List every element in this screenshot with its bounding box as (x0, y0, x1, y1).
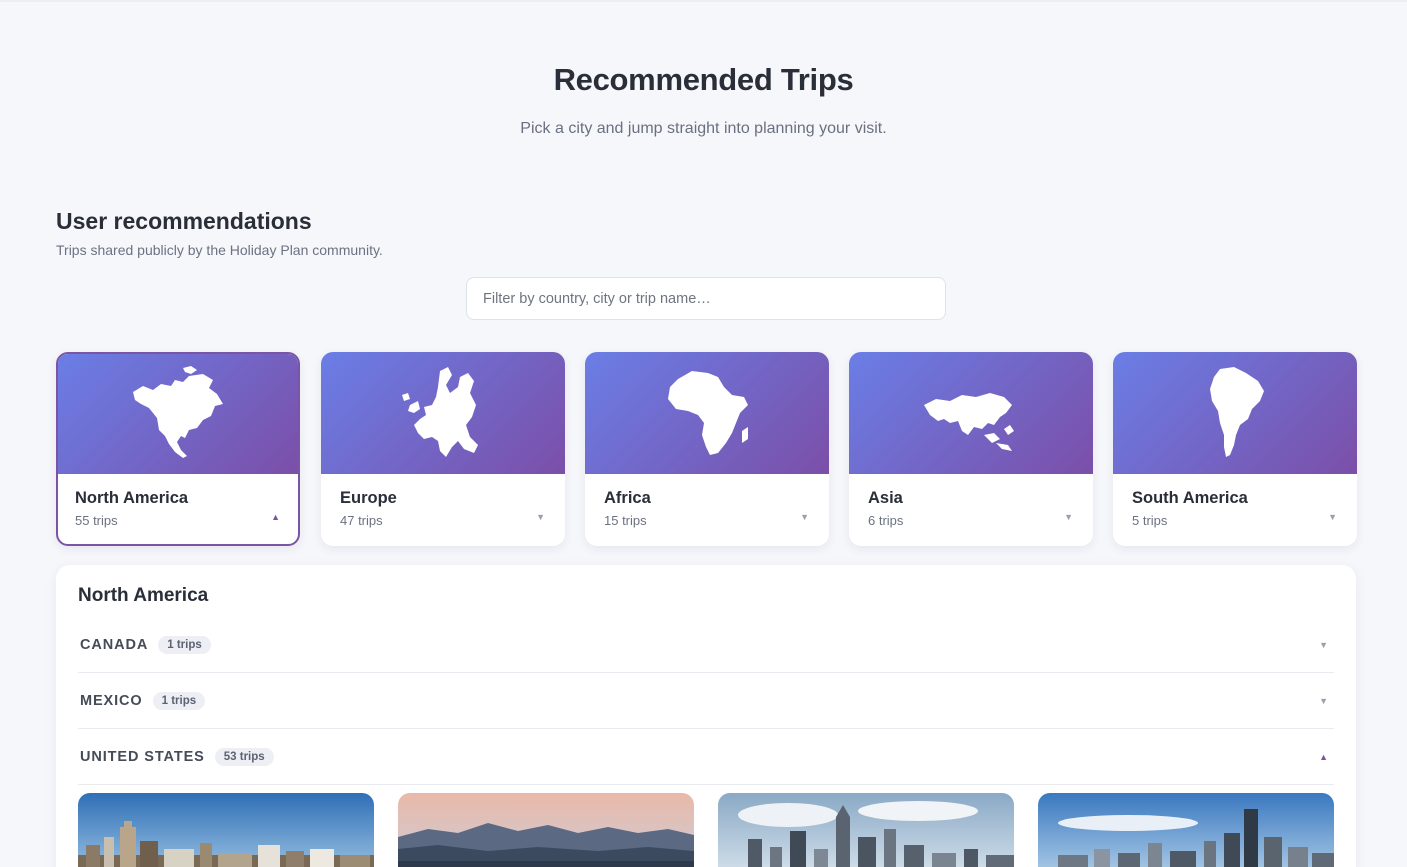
continent-card-south-america[interactable]: South America 5 trips ▼ (1113, 352, 1357, 546)
chevron-up-icon: ▲ (1319, 751, 1328, 762)
city-card-image[interactable] (78, 793, 374, 867)
chevron-down-icon: ▼ (1064, 512, 1073, 522)
asia-map-icon (924, 393, 1014, 451)
country-row-mexico[interactable]: MEXICO 1 trips ▼ (78, 673, 1334, 729)
continent-trip-count: 5 trips (1132, 513, 1168, 528)
country-row-canada[interactable]: CANADA 1 trips ▼ (78, 617, 1334, 673)
continent-trip-count: 15 trips (604, 513, 647, 528)
chevron-down-icon: ▼ (1319, 695, 1328, 706)
continent-trip-count: 55 trips (75, 513, 118, 528)
north-america-map-icon (133, 366, 223, 458)
continent-name: North America (75, 489, 189, 507)
city-card-image[interactable] (398, 793, 694, 867)
country-name: UNITED STATES (80, 748, 205, 765)
city-card-image[interactable] (718, 793, 1014, 867)
city-card-image[interactable] (1038, 793, 1334, 867)
country-row-united-states[interactable]: UNITED STATES 53 trips ▲ (78, 729, 1334, 785)
continent-banner (585, 352, 829, 474)
continent-name: Africa (604, 489, 651, 507)
continent-name: Europe (340, 489, 397, 507)
continent-name: South America (1132, 489, 1248, 507)
continent-trip-count: 6 trips (868, 513, 904, 528)
country-name: MEXICO (80, 692, 143, 709)
continent-name: Asia (868, 489, 903, 507)
country-name: CANADA (80, 636, 149, 653)
city-skyline-image (718, 793, 1014, 867)
trip-count-badge: 53 trips (214, 747, 274, 766)
africa-map-icon (668, 371, 748, 455)
panel-title: North America (78, 585, 209, 606)
continent-card-asia[interactable]: Asia 6 trips ▼ (849, 352, 1093, 546)
chevron-down-icon: ▼ (800, 512, 809, 522)
city-skyline-image (1038, 793, 1334, 867)
trip-count-badge: 1 trips (158, 635, 211, 654)
page-title: Recommended Trips (553, 62, 854, 97)
hero: Recommended Trips Pick a city and jump s… (0, 62, 1407, 138)
chevron-down-icon: ▼ (1328, 512, 1337, 522)
continent-card-north-america[interactable]: North America 55 trips ▲ (56, 352, 300, 546)
south-america-map-icon (1210, 367, 1264, 457)
filter-search-input[interactable] (466, 277, 946, 320)
continent-banner (321, 352, 565, 474)
continent-banner (1113, 352, 1357, 474)
top-divider (0, 0, 1407, 2)
continent-banner (58, 354, 298, 474)
chevron-up-icon: ▲ (271, 512, 280, 522)
trip-count-badge: 1 trips (152, 691, 206, 710)
continent-card-africa[interactable]: Africa 15 trips ▼ (585, 352, 829, 546)
city-skyline-image (78, 793, 374, 867)
continent-banner (849, 352, 1093, 474)
continent-trip-count: 47 trips (340, 513, 383, 528)
section-title: User recommendations (56, 208, 312, 234)
page-subtitle: Pick a city and jump straight into plann… (520, 120, 887, 137)
section-subtitle: Trips shared publicly by the Holiday Pla… (56, 242, 383, 258)
europe-map-icon (402, 367, 478, 457)
chevron-down-icon: ▼ (1319, 639, 1328, 650)
chevron-down-icon: ▼ (536, 512, 545, 522)
continent-card-europe[interactable]: Europe 47 trips ▼ (321, 352, 565, 546)
mountain-city-image (398, 793, 694, 867)
